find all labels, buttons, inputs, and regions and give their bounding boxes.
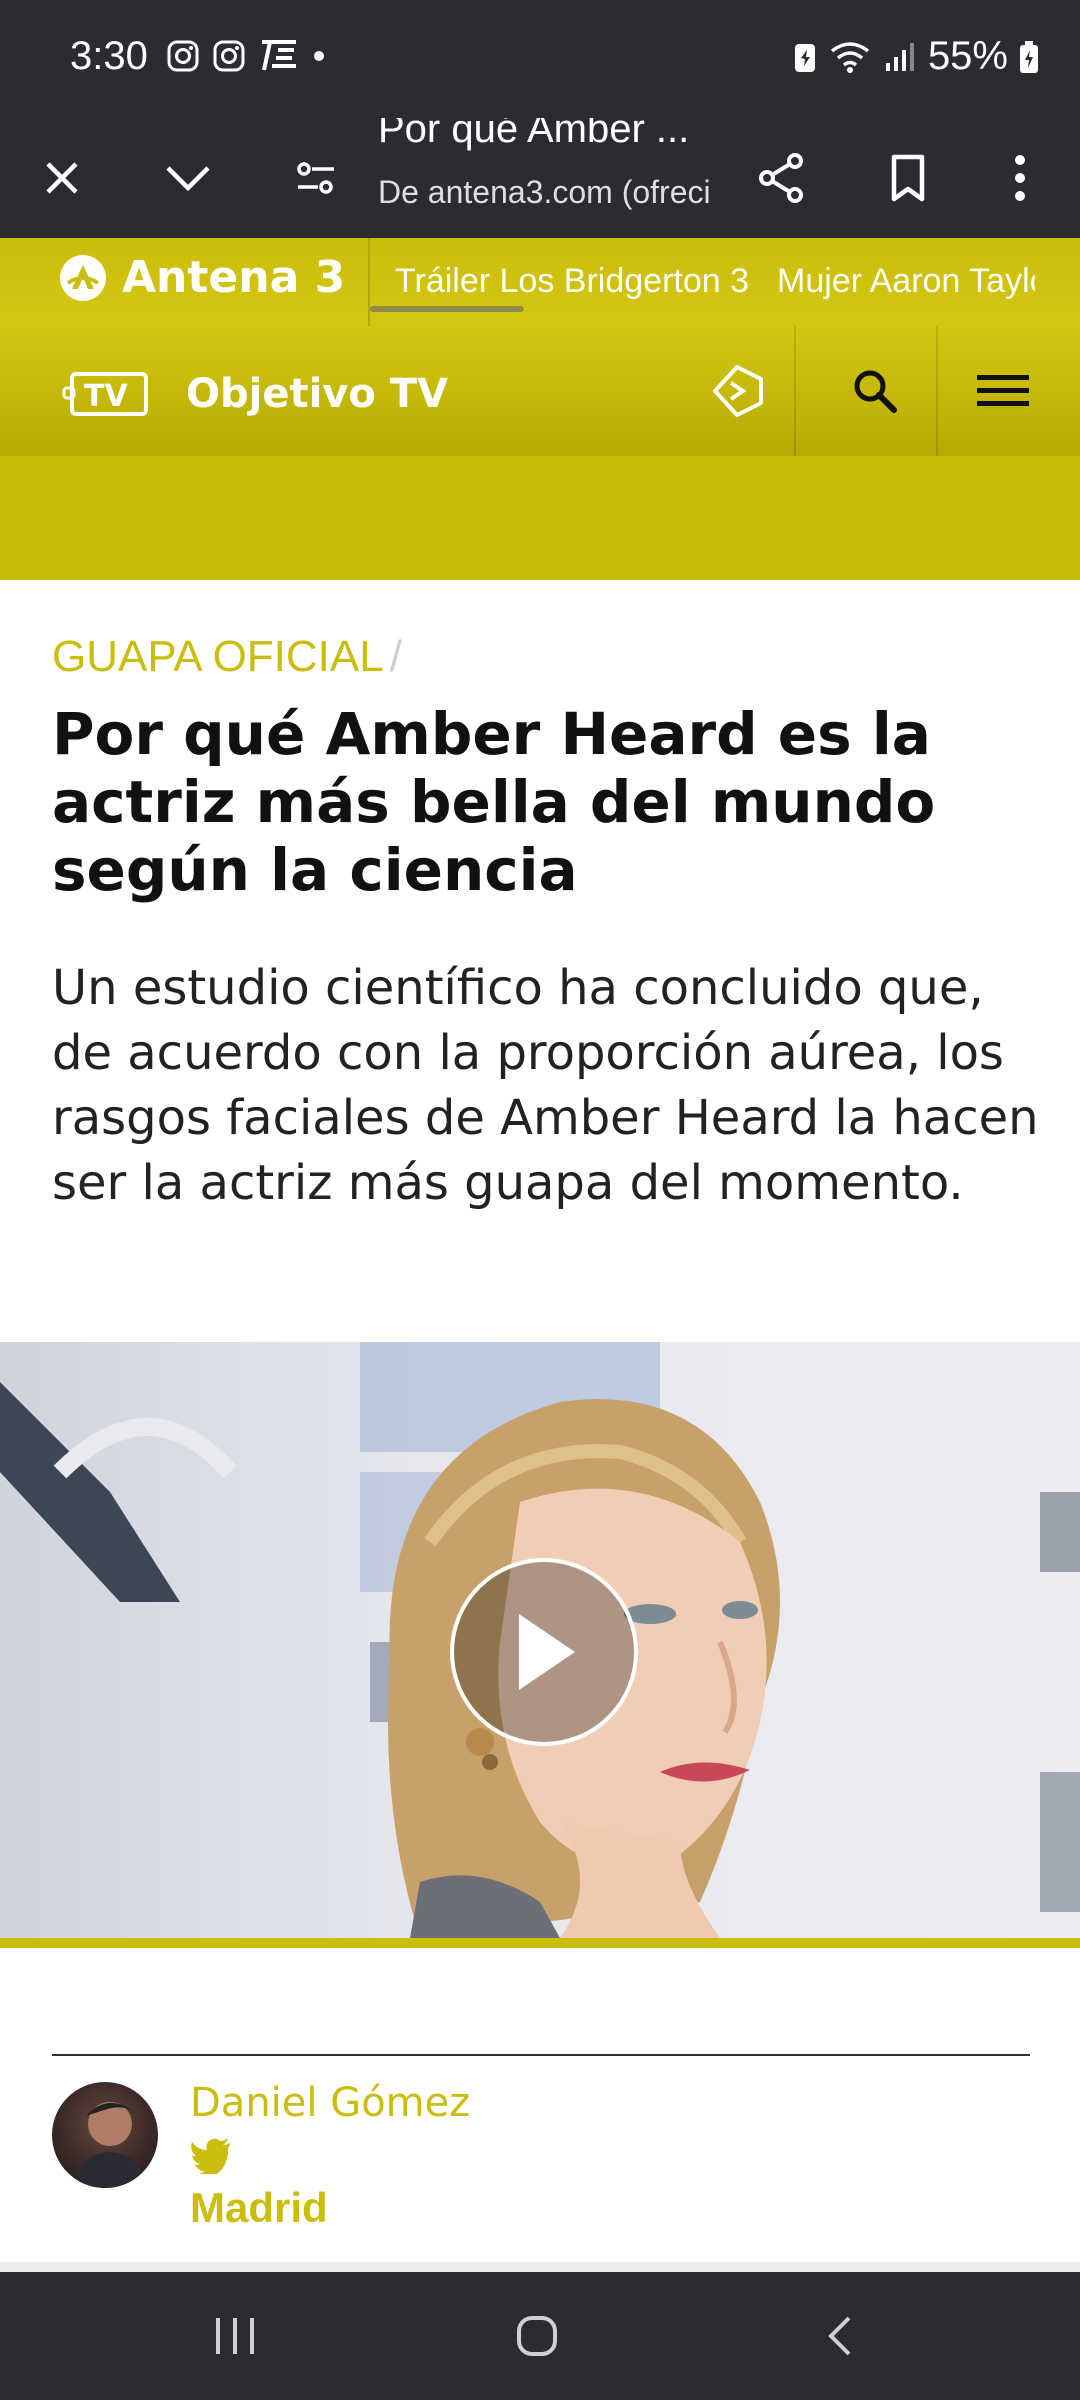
- ad-banner-area: [0, 456, 1080, 580]
- battery-icon: [1020, 40, 1038, 73]
- play-tag-icon: [713, 365, 763, 417]
- recent-apps-icon: [216, 2318, 254, 2354]
- system-navigation-bar: [0, 2272, 1080, 2400]
- play-button[interactable]: [450, 1558, 638, 1746]
- author-location: Madrid: [190, 2184, 328, 2231]
- antena3-brand-text: Antena 3: [122, 252, 346, 303]
- home-button[interactable]: [487, 2296, 587, 2376]
- battery-percent: 55%: [927, 34, 1008, 78]
- instagram-icon: [213, 40, 245, 72]
- article-section[interactable]: GUAPA OFICIAL /: [52, 632, 402, 682]
- author-avatar[interactable]: [52, 2082, 158, 2188]
- author-twitter-link[interactable]: [190, 2138, 232, 2179]
- article-headline: Por qué Amber Heard es la actriz más bel…: [52, 700, 936, 904]
- more-vert-icon: [1015, 155, 1025, 201]
- article-subtitle: Un estudio científico ha concluido que, …: [52, 960, 1039, 1211]
- svg-text:TV: TV: [84, 379, 128, 414]
- status-bar: 3:30 55%: [0, 0, 1080, 118]
- twitter-icon: [190, 2138, 230, 2179]
- system-icons: 55%: [792, 34, 1040, 79]
- more-notifications-dot: [314, 51, 324, 61]
- wifi-icon: [830, 41, 870, 73]
- antena3-header: Antena 3 Tráiler Los Bridgerton 3 Mujer …: [0, 238, 1080, 326]
- video-player[interactable]: [0, 1342, 1080, 1938]
- author-divider: [52, 2054, 1030, 2056]
- section-name: GUAPA OFICIAL: [52, 632, 384, 681]
- trending-link[interactable]: Tráiler Los Bridgerton 3: [395, 262, 749, 301]
- antena3-logo-icon: [60, 254, 106, 301]
- tv-logo-icon: TV: [62, 372, 148, 416]
- instagram-icon: [167, 40, 199, 72]
- back-button[interactable]: [790, 2296, 890, 2376]
- search-icon: [854, 370, 897, 413]
- objetivo-tv-logo[interactable]: TV Objetivo TV: [62, 370, 448, 418]
- search-button[interactable]: [830, 350, 920, 432]
- home-icon: [517, 2316, 557, 2356]
- video-progress-bar: [0, 1938, 1080, 1948]
- hamburger-menu-icon: [977, 375, 1029, 406]
- recent-apps-button[interactable]: [185, 2296, 285, 2376]
- bookmark-button[interactable]: [868, 138, 948, 218]
- battery-saver-icon: [794, 43, 815, 72]
- menu-button[interactable]: [958, 350, 1048, 432]
- content-edge: [0, 2262, 1080, 2272]
- custom-tab-toolbar: Por qué Amber ... De antena3.com (ofreci: [0, 118, 1080, 238]
- trending-links: Tráiler Los Bridgerton 3 Mujer Aaron Tay…: [395, 262, 1035, 301]
- share-button[interactable]: [742, 138, 822, 218]
- atresplayer-button[interactable]: [692, 350, 782, 432]
- back-icon: [828, 2316, 851, 2356]
- avatar-image: [72, 2102, 148, 2188]
- author-name[interactable]: Daniel Gómez: [190, 2080, 470, 2126]
- signal-icon: [885, 42, 914, 71]
- bookmark-icon: [891, 154, 925, 202]
- trending-scroll-indicator: [370, 306, 524, 312]
- app-notification-icon: [262, 40, 296, 71]
- share-icon: [759, 153, 803, 203]
- antena3-logo[interactable]: Antena 3: [58, 252, 345, 303]
- objetivo-tv-header: TV Objetivo TV: [0, 326, 1080, 456]
- more-options-button[interactable]: [980, 138, 1060, 218]
- status-time: 3:30: [70, 34, 148, 78]
- header-separator: [368, 238, 370, 326]
- tab-title: Por qué Amber ...: [378, 118, 690, 151]
- tab-url: De antena3.com (ofreci: [378, 174, 711, 210]
- objetivo-tv-title: Objetivo TV: [186, 371, 449, 417]
- section-separator: /: [389, 632, 402, 681]
- play-icon: [519, 1614, 575, 1690]
- notification-icons: [166, 36, 326, 76]
- trending-link[interactable]: Mujer Aaron Taylo: [777, 262, 1035, 301]
